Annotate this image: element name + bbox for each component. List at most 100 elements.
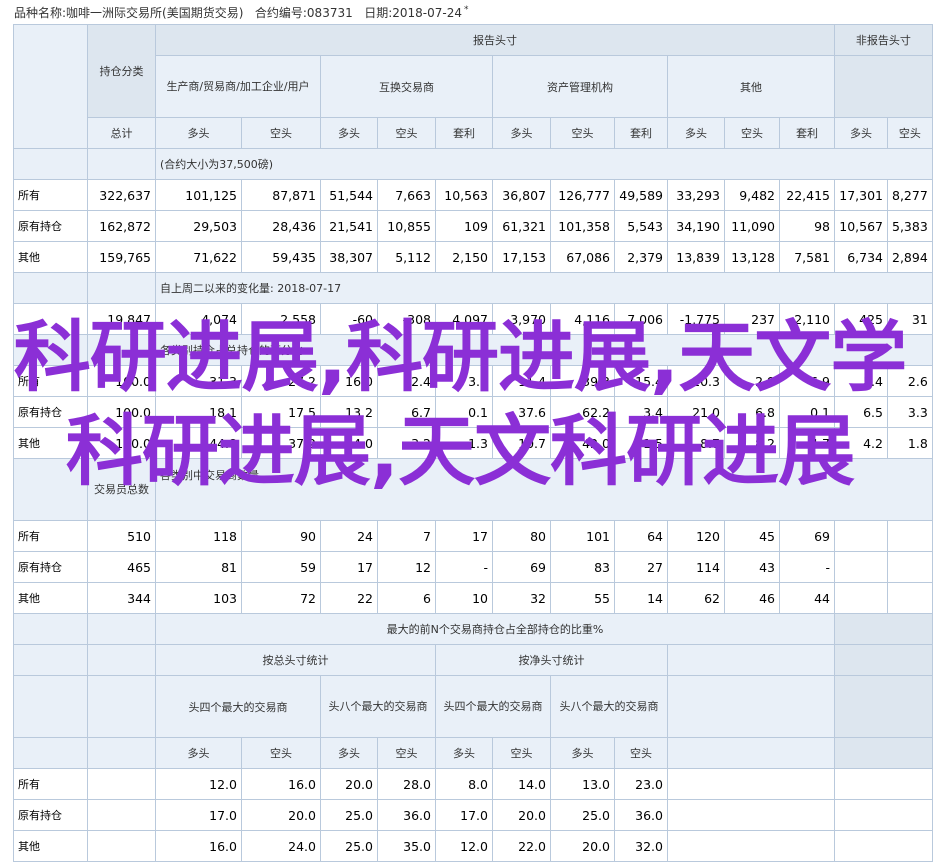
cell: -1,775 [667,303,725,335]
cell: 59,435 [241,241,321,273]
cell: 87,871 [241,179,321,211]
cell: 16.0 [320,365,378,397]
cell: 7,663 [377,179,436,211]
cell: 109 [435,210,493,242]
gross-header: 按总头寸统计 [155,644,436,676]
col-short: 空头 [492,737,551,769]
cell: 31.3 [155,365,242,397]
cell: 83 [550,551,615,583]
row-label: 所有 [13,520,88,552]
cell: - [779,551,835,583]
row-label: 所有 [13,365,88,397]
cell: 11,090 [724,210,780,242]
cell: 49,589 [614,179,668,211]
cell: 21,541 [320,210,378,242]
col-long: 多头 [550,737,615,769]
cell: 10.7 [492,427,551,459]
contract-code: 合约编号:083731 [254,6,353,20]
cell: 62 [667,582,725,614]
cell: 344 [87,582,156,614]
cell: 465 [87,551,156,583]
cell: 3.4 [614,396,668,428]
cell: 32 [492,582,551,614]
col-spread: 套利 [614,117,668,149]
net-top8-header: 头八个最大的交易商 [550,675,668,738]
cell: 8.2 [724,427,780,459]
cell: 2,110 [779,303,835,335]
cell [887,520,933,552]
cell: 159,765 [87,241,156,273]
col-short: 空头 [550,117,615,149]
cell: 20.0 [320,768,378,800]
cell: 44 [779,582,835,614]
cell: 118 [155,520,242,552]
cell: 20.0 [241,799,321,831]
cell: 7,581 [779,241,835,273]
row-label: 其他 [13,582,88,614]
cell: 100.0 [87,396,156,428]
cell: 11.4 [492,365,551,397]
cell: 8.7 [667,427,725,459]
table-row: 原有持仓 17.0 20.0 25.0 36.0 17.0 20.0 25.0 36.0 [13,799,933,831]
table-row: 所有 510 118 90 24 7 17 80 101 64 120 45 69 [13,520,933,552]
cell: 17,153 [492,241,551,273]
table-row: 原有持仓 162,872 29,503 28,436 21,541 10,855 109 6… [13,210,933,242]
cell: 12 [377,551,436,583]
cell: 8,277 [887,179,933,211]
reportable-header: 报告头寸 [155,24,835,56]
cell: 36.0 [377,799,436,831]
cell: 0.1 [435,396,493,428]
cell: 29,503 [155,210,242,242]
cell: -60 [320,303,378,335]
traders-section-title: 各类别中交易商数量 [155,458,933,521]
cell: 2.4 [377,365,436,397]
cell: 10 [435,582,493,614]
cell: 43 [724,551,780,583]
cell: 22 [320,582,378,614]
cell [887,551,933,583]
col-short: 空头 [377,117,436,149]
cell: 39.3 [550,365,615,397]
corner-cell [13,24,88,149]
cell: 13,128 [724,241,780,273]
other-header: 其他 [667,55,835,118]
cell: 20.0 [492,799,551,831]
cell: 2,894 [887,241,933,273]
col-long: 多头 [155,737,242,769]
cell: 4,097 [435,303,493,335]
table-row: 所有 12.0 16.0 20.0 28.0 8.0 14.0 13.0 23.0 [13,768,933,800]
cell: 55 [550,582,615,614]
row-label: 其他 [13,830,88,862]
cell: 16.0 [241,768,321,800]
row-label: 其他 [13,427,88,459]
cell: 13.2 [320,396,378,428]
cell: 16.0 [155,830,242,862]
cell: 3.2 [377,427,436,459]
cell: 2,558 [241,303,321,335]
cell: 6.8 [724,396,780,428]
cell: 3,970 [492,303,551,335]
col-long: 多头 [320,737,378,769]
cell: 1.5 [614,427,668,459]
cell: 81 [155,551,242,583]
cell: 24 [320,520,378,552]
table-row: 所有 322,637 101,125 87,871 51,544 7,663 10,563… [13,179,933,211]
cell: 6 [377,582,436,614]
cell: 101,358 [550,210,615,242]
cell [834,551,888,583]
cell: 10,567 [834,210,888,242]
cell: 42.0 [550,427,615,459]
cell: 1.3 [435,427,493,459]
cell: 322,637 [87,179,156,211]
cell: 126,777 [550,179,615,211]
col-short: 空头 [241,117,321,149]
cell: 17 [435,520,493,552]
cell: 10.3 [667,365,725,397]
cell: 33,293 [667,179,725,211]
col-long: 多头 [667,117,725,149]
cell: 13.0 [550,768,615,800]
change-section-title: 自上周二以来的变化量: 2018-07-17 [155,272,933,304]
cell: 510 [87,520,156,552]
row-label: 原有持仓 [13,210,88,242]
cell: 3.3 [887,396,933,428]
